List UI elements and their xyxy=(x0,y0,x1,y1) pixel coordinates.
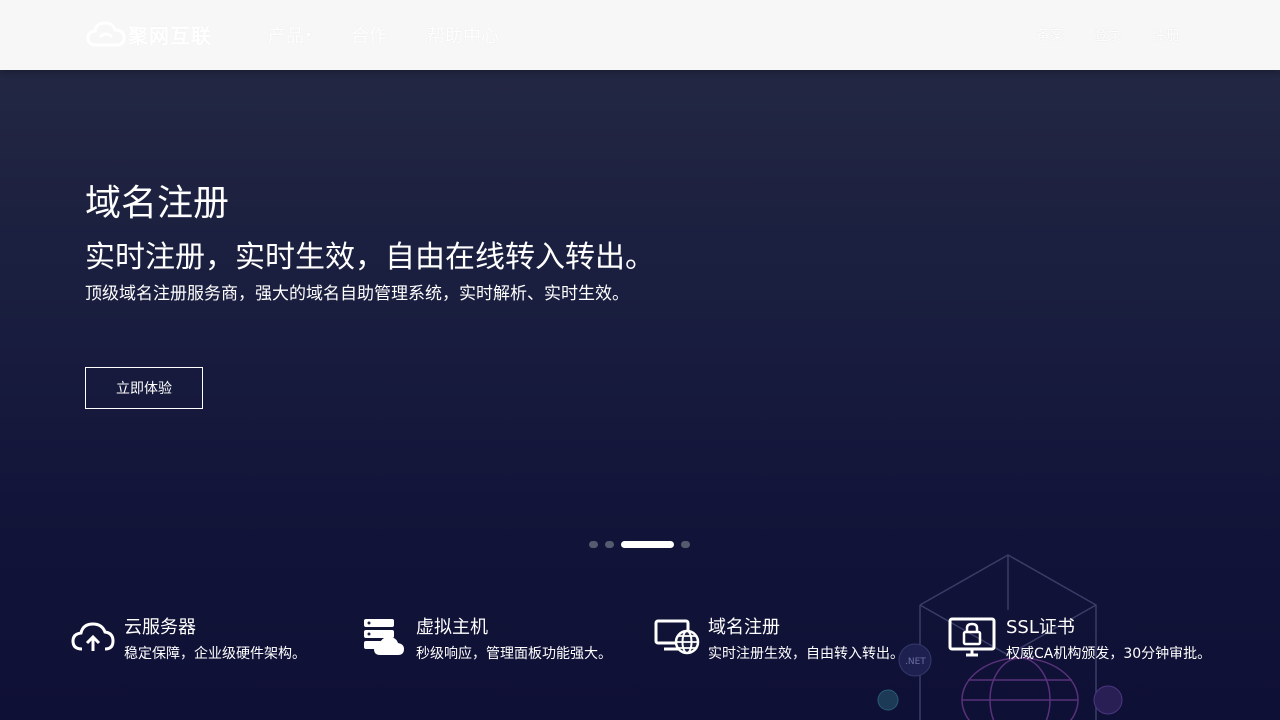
carousel-indicators xyxy=(589,541,697,548)
cloud-upload-icon xyxy=(71,622,115,651)
hero-title: 域名注册 xyxy=(85,183,230,224)
hero-subtitle: 实时注册，实时生效，自由在线转入转出。 xyxy=(85,240,655,275)
lock-monitor-icon xyxy=(948,617,996,657)
main-nav: 产品 ▾ 合作 帮助中心 xyxy=(268,22,539,48)
logo-text: 聚网互联 xyxy=(128,23,212,48)
cloud-logo-icon xyxy=(86,21,126,47)
globe-monitor-icon xyxy=(654,619,700,655)
carousel-dot-2[interactable] xyxy=(605,541,614,548)
user-nav: 备案 登录 注册 xyxy=(1006,25,1180,45)
feature-ssl-certificate[interactable]: SSL证书 权威CA机构颁发，30分钟审批。 xyxy=(948,615,1211,665)
feature-virtual-host[interactable]: 虚拟主机 秒级响应，管理面板功能强大。 xyxy=(362,615,612,665)
register-link[interactable]: 注册 xyxy=(1152,25,1180,45)
carousel-dot-3-active[interactable] xyxy=(621,541,674,548)
feature-description: 实时注册生效，自由转入转出。 xyxy=(708,646,904,662)
carousel-dot-4[interactable] xyxy=(681,541,690,548)
hero-description: 顶级域名注册服务商，强大的域名自助管理系统，实时解析、实时生效。 xyxy=(85,284,629,304)
nav-products[interactable]: 产品 ▾ xyxy=(268,22,311,48)
feature-title: 云服务器 xyxy=(124,617,196,638)
feature-title: 域名注册 xyxy=(708,617,780,638)
top-navbar: 聚网互联 产品 ▾ 合作 帮助中心 备案 登录 注册 xyxy=(0,0,1280,70)
feature-description: 稳定保障，企业级硬件架构。 xyxy=(124,646,306,662)
nav-help-label: 帮助中心 xyxy=(427,26,500,47)
nav-products-label: 产品 xyxy=(268,26,304,47)
nav-help-center[interactable]: 帮助中心 xyxy=(427,22,499,48)
hero-banner: 域名注册 实时注册，实时生效，自由在线转入转出。 顶级域名注册服务商，强大的域名… xyxy=(85,182,655,306)
icp-filing-link[interactable]: 备案 xyxy=(1036,25,1064,45)
login-link[interactable]: 登录 xyxy=(1094,25,1122,45)
feature-title: SSL证书 xyxy=(1006,617,1075,638)
server-cloud-icon xyxy=(364,619,404,655)
caret-down-icon: ▾ xyxy=(306,29,312,41)
feature-list: 云服务器 稳定保障，企业级硬件架构。 虚拟主机 秒级响应，管理面板功能强大。 域… xyxy=(0,615,1280,675)
try-now-button[interactable]: 立即体验 xyxy=(85,367,203,409)
nav-cooperation-label: 合作 xyxy=(351,26,388,47)
feature-description: 权威CA机构颁发，30分钟审批。 xyxy=(1006,646,1212,662)
feature-domain-registration[interactable]: 域名注册 实时注册生效，自由转入转出。 xyxy=(654,615,904,665)
feature-title: 虚拟主机 xyxy=(416,617,488,638)
feature-description: 秒级响应，管理面板功能强大。 xyxy=(416,646,612,662)
logo[interactable]: 聚网互联 xyxy=(86,17,212,51)
carousel-dot-1[interactable] xyxy=(589,541,598,548)
feature-cloud-server[interactable]: 云服务器 稳定保障，企业级硬件架构。 xyxy=(70,615,306,665)
nav-cooperation[interactable]: 合作 xyxy=(351,22,387,48)
